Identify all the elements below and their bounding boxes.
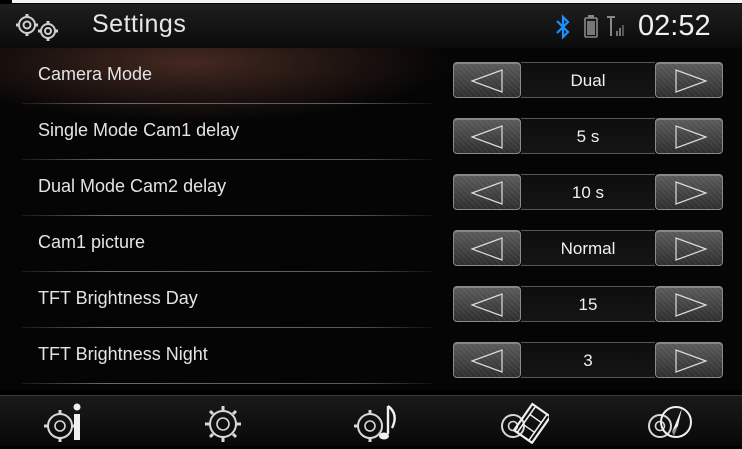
increase-button[interactable] — [655, 118, 723, 154]
setting-label: TFT Brightness Day — [38, 288, 198, 308]
setting-row-brightness-day: TFT Brightness Day 15 — [0, 272, 742, 328]
setting-label: Camera Mode — [38, 64, 153, 84]
setting-value: 15 — [521, 286, 655, 322]
setting-value: 3 — [521, 342, 655, 378]
decrease-button[interactable] — [453, 118, 521, 154]
arrow-right-icon — [675, 69, 708, 93]
decrease-button[interactable] — [453, 174, 521, 210]
arrow-left-icon — [470, 349, 503, 373]
arrow-right-icon — [675, 293, 708, 317]
arrow-left-icon — [470, 69, 503, 93]
audio-settings-icon — [354, 405, 396, 442]
arrow-right-icon — [675, 125, 708, 149]
setting-row-camera-mode: Camera Mode Dual — [0, 48, 742, 104]
setting-label: Dual Mode Cam2 delay — [38, 176, 227, 196]
info-settings-icon — [44, 403, 81, 442]
setting-value: Dual — [521, 62, 655, 98]
setting-label: Single Mode Cam1 delay — [38, 120, 240, 140]
clock: 02:52 — [638, 10, 711, 42]
setting-value: Normal — [521, 230, 655, 266]
arrow-right-icon — [675, 181, 708, 205]
row-divider — [22, 383, 432, 384]
settings-gears-icon — [16, 14, 58, 41]
arrow-right-icon — [675, 349, 708, 373]
arrow-left-icon — [470, 125, 503, 149]
setting-value: 10 s — [521, 174, 655, 210]
arrow-left-icon — [470, 237, 503, 261]
increase-button[interactable] — [655, 342, 723, 378]
signal-icon — [607, 16, 624, 36]
decrease-button[interactable] — [453, 342, 521, 378]
nav-navigation-button[interactable] — [642, 400, 696, 444]
increase-button[interactable] — [655, 62, 723, 98]
decrease-button[interactable] — [453, 286, 521, 322]
arrow-left-icon — [470, 181, 503, 205]
arrow-left-icon — [470, 293, 503, 317]
increase-button[interactable] — [655, 174, 723, 210]
bottom-nav — [0, 395, 742, 446]
video-settings-icon — [501, 402, 552, 445]
top-white-line — [12, 0, 742, 3]
general-settings-icon — [205, 406, 241, 442]
page-title: Settings — [92, 10, 187, 38]
setting-label: Cam1 picture — [38, 232, 146, 252]
navigation-settings-icon — [648, 406, 692, 438]
nav-general-button[interactable] — [196, 400, 250, 444]
increase-button[interactable] — [655, 230, 723, 266]
setting-row-cam1-delay: Single Mode Cam1 delay 5 s — [0, 104, 742, 160]
decrease-button[interactable] — [453, 230, 521, 266]
setting-row-cam1-picture: Cam1 picture Normal — [0, 216, 742, 272]
nav-audio-button[interactable] — [350, 400, 404, 444]
nav-video-button[interactable] — [495, 400, 552, 445]
nav-info-button[interactable] — [40, 400, 94, 444]
battery-icon — [584, 15, 598, 38]
header-bar: Settings 02:52 — [0, 4, 742, 48]
bluetooth-icon — [556, 14, 570, 40]
setting-value: 5 s — [521, 118, 655, 154]
decrease-button[interactable] — [453, 62, 521, 98]
settings-list: Camera Mode Dual Single Mode Cam1 delay … — [0, 48, 742, 390]
arrow-right-icon — [675, 237, 708, 261]
setting-label: TFT Brightness Night — [38, 344, 208, 364]
increase-button[interactable] — [655, 286, 723, 322]
setting-row-cam2-delay: Dual Mode Cam2 delay 10 s — [0, 160, 742, 216]
setting-row-brightness-night: TFT Brightness Night 3 — [0, 328, 742, 384]
